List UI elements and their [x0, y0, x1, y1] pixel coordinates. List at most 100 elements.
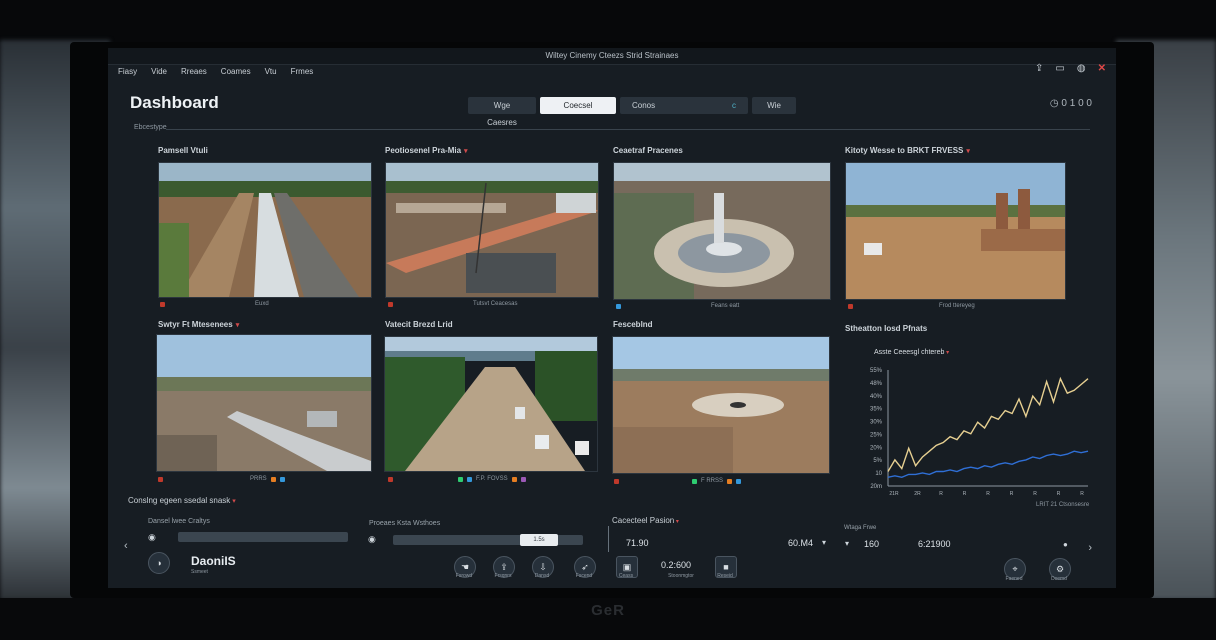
x-tick-label: R [1033, 491, 1037, 497]
status-dot [160, 301, 165, 307]
room-top [0, 0, 1216, 42]
y-tick-label: 5% [873, 458, 882, 464]
menu-item[interactable]: Rreaes [181, 67, 207, 79]
y-tick-label: 48% [870, 381, 883, 387]
toolbar-label: Ceass [618, 573, 634, 579]
divider-line [608, 526, 609, 552]
y-tick-label: 35% [870, 407, 883, 413]
chevron-down-icon[interactable]: ▾ [236, 322, 240, 329]
toolbar-label: Dsemd [1051, 576, 1067, 582]
camera-feed-5[interactable] [156, 334, 372, 472]
upload-icon[interactable]: ⇪ [1035, 63, 1043, 74]
card-title: Swtyr Ft Mtesenees ▾ [158, 320, 239, 329]
monitor-brand-logo: GeR [591, 602, 625, 619]
tab-label-extra: c [732, 101, 736, 110]
x-tick-label: R [1057, 491, 1061, 497]
camera-feed-2[interactable] [385, 162, 599, 298]
chevron-down-icon[interactable]: ▾ [674, 519, 679, 525]
toolbar-label: Faened [1005, 576, 1023, 582]
chevron-down-icon[interactable]: ▾ [230, 498, 236, 505]
card-title-text: Kitoty Wesse to BRKT FRVESS [845, 146, 964, 155]
y-tick-label: 20m [870, 484, 882, 490]
feed-image [613, 337, 829, 473]
lower-caption: Conslng egeen ssedal snask ▾ [128, 496, 236, 505]
status-dot [467, 476, 472, 482]
tab-cameras[interactable]: Wge Caesres [468, 97, 536, 127]
card-footer-text: F RRSS [701, 478, 724, 484]
menu-item[interactable]: Frmes [291, 67, 314, 79]
status-dot [683, 479, 688, 484]
radio-icon[interactable]: ● [1063, 540, 1068, 549]
menu-item[interactable]: Vide [151, 67, 167, 79]
y-tick-label: 40% [870, 394, 883, 400]
card-title-text: Peotiosenel Pra-Mia [385, 146, 462, 155]
chat-icon[interactable]: ▭ [1055, 63, 1064, 74]
comment-icon[interactable]: ◍ [1077, 63, 1086, 74]
window-controls: ⇪ ▭ ◍ ✕ [1035, 63, 1106, 74]
app-window: Wiltey Cinemy Cteezs Strid Strainaes Fia… [108, 48, 1116, 588]
chevron-down-icon[interactable]: ▾ [464, 148, 468, 155]
camera-feed-4[interactable] [845, 162, 1066, 300]
next-arrow-icon[interactable]: › [1088, 542, 1092, 554]
card-title-text: Vatecit Brezd Lrid [385, 320, 453, 329]
toolbar-label: Reseid [717, 573, 733, 579]
y-tick-label: 10 [875, 471, 882, 477]
y-tick-label: 30% [870, 420, 883, 426]
metric-value-2: 60.M4 [788, 538, 814, 548]
camera-feed-1[interactable] [158, 162, 372, 298]
toolbar-label: Dansd [534, 573, 550, 579]
camera-feed-6[interactable] [384, 336, 598, 472]
tab-wie[interactable]: Wie [752, 97, 796, 114]
status-dot [388, 301, 393, 307]
status-dot [616, 303, 621, 309]
feed-image [614, 163, 830, 299]
card-title-text: Ceaetraf Pracenes [613, 146, 683, 155]
x-tick-label: R [986, 491, 990, 497]
brand-name: DaoniIS [191, 554, 236, 568]
feed-image [846, 163, 1065, 299]
series-line-2 [887, 450, 1089, 479]
menu-item[interactable]: Vtu [265, 67, 277, 79]
card-footer: F RRSS [614, 478, 742, 484]
chevron-down-icon[interactable]: ▾ [845, 539, 849, 548]
status-dot [449, 477, 454, 482]
tab-conos[interactable]: Conos c [620, 97, 748, 114]
toolbar-label: Fsrowd [455, 573, 473, 579]
card-footer: Frod ttereyeg [848, 303, 975, 309]
chevron-down-icon[interactable]: ▾ [966, 148, 970, 155]
card-footer: Euxd [160, 301, 269, 307]
status-dot [736, 478, 742, 484]
card-title: Peotiosenel Pra-Mia ▾ [385, 146, 468, 155]
menu-item[interactable]: Coames [221, 67, 251, 79]
toolbar-label: Stoonmgtor [668, 573, 694, 579]
card-title: Fesceblnd [613, 320, 653, 329]
slider-label: Dansel lwee Craltys [148, 518, 210, 525]
status-dot [520, 476, 526, 482]
y-tick-label: 20% [870, 445, 883, 451]
status-dot [270, 476, 276, 482]
status-dot [692, 478, 697, 484]
camera-feed-7[interactable] [612, 336, 830, 474]
y-tick-label: 55% [870, 368, 883, 374]
menu-item[interactable]: Fiasy [118, 67, 137, 79]
card-footer-text: Euxd [255, 301, 269, 307]
camera-feed-3[interactable] [613, 162, 831, 300]
card-footer: Feans eatt [616, 303, 739, 309]
chevron-down-icon[interactable]: ▾ [822, 538, 826, 547]
top-right-counter[interactable]: ◷ 0 1 0 0 [1050, 98, 1092, 109]
slider-thumb[interactable]: 1.5s [520, 534, 558, 546]
slider-track-1[interactable] [178, 532, 348, 542]
status-dot [848, 303, 853, 309]
card-footer: Tutsvt Ceacesas [388, 301, 517, 307]
tab-active[interactable]: Coecsel [540, 97, 616, 114]
card-title: Kitoty Wesse to BRKT FRVESS ▾ [845, 146, 970, 155]
x-tick-label: R [1080, 491, 1084, 497]
close-icon[interactable]: ✕ [1098, 63, 1106, 74]
card-footer: PRRS [158, 476, 285, 482]
toolbar-label: Frsqnrs [494, 573, 512, 579]
status-dot [158, 476, 163, 482]
card-footer: F.P. FOVSS [388, 476, 526, 482]
metric-value-1: 71.90 [626, 538, 649, 548]
metric-value-3: 160 [864, 539, 880, 549]
previous-arrow-icon[interactable]: ‹ [124, 540, 128, 552]
